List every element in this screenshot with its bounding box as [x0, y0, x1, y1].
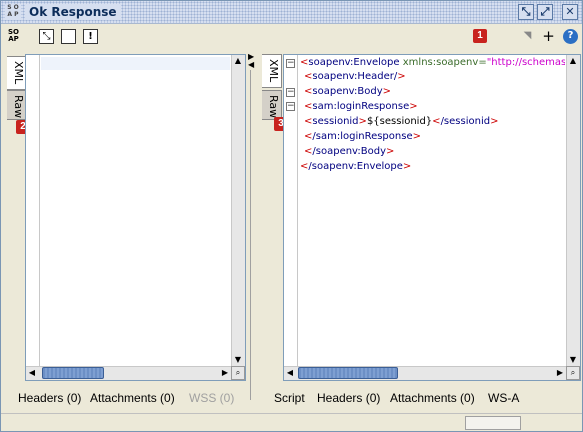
panel-splitter[interactable]: ▶ ◀ [246, 50, 257, 412]
tab-raw-right[interactable]: Raw [262, 90, 282, 120]
left-horizontal-scrollbar[interactable]: ◀ ▶ [26, 366, 231, 380]
soap-icon: S OA P [5, 4, 21, 20]
right-bottom-tabs: Script Headers (0) Attachments (0) WS-A [258, 391, 582, 411]
zoom-icon[interactable]: ⌕ [566, 366, 580, 380]
close-icon[interactable]: ✕ [562, 4, 578, 20]
scroll-down-icon[interactable]: ▼ [232, 354, 244, 366]
xml-tag: sam:loginResponse [312, 101, 410, 112]
plus-icon[interactable]: + [541, 29, 556, 44]
tab-wsa[interactable]: WS-A [488, 391, 519, 405]
badge-1: 1 [473, 29, 487, 43]
right-editor[interactable]: − − − <soapenv:Envelope xmlns:soapenv="h… [283, 54, 581, 381]
right-vertical-scrollbar[interactable]: ▲ ▼ [566, 55, 580, 366]
left-bottom-tabs: Headers (0) Attachments (0) WSS (0) [1, 391, 246, 411]
right-horizontal-scrollbar[interactable]: ◀ ▶ [284, 366, 566, 380]
xml-line: <sessionid>${sessionid}</sessionid> [304, 116, 499, 127]
scroll-right-icon[interactable]: ▶ [554, 367, 566, 379]
square-icon[interactable] [61, 29, 76, 44]
tab-headers-left[interactable]: Headers (0) [18, 391, 81, 405]
xml-tag: /sessionid [440, 116, 491, 127]
xml-line: <sam:loginResponse> [304, 101, 418, 112]
alert-icon[interactable]: ! [83, 29, 98, 44]
left-scroll-thumb[interactable] [42, 367, 104, 379]
tab-xml-left[interactable]: XML [7, 56, 27, 90]
xml-tag: /sam:loginResponse [312, 131, 413, 142]
tab-wss-left[interactable]: WSS (0) [189, 391, 234, 405]
title-bar: S OA P Ok Response ⤡ ⤢ ✕ [1, 1, 582, 24]
splitter-line [250, 70, 251, 400]
scroll-up-icon[interactable]: ▲ [567, 55, 579, 67]
xml-content: <soapenv:Envelope xmlns:soapenv="http://… [300, 56, 565, 376]
tab-xml-right[interactable]: XML [262, 54, 282, 88]
soap-format-icon[interactable]: SO AP [6, 29, 21, 44]
right-gutter: − − − [284, 55, 298, 380]
restore-icon[interactable]: ⤡ [518, 4, 534, 20]
left-panel: XML Raw 2 ▲ ▼ ◀ ▶ ⌕ [3, 50, 246, 381]
xml-tag: sessionid [312, 116, 359, 127]
scroll-down-icon[interactable]: ▼ [567, 354, 579, 366]
status-bar [1, 413, 582, 431]
toolbar: SO AP ⤡ ! 1 ◥ + ? [1, 24, 582, 50]
tab-attachments-left[interactable]: Attachments (0) [90, 391, 175, 405]
tab-xml-right-label: XML [267, 59, 280, 83]
xml-tag: /soapenv:Envelope [308, 161, 403, 172]
xml-tag: soapenv:Envelope [308, 57, 400, 68]
scroll-left-icon[interactable]: ◀ [26, 367, 38, 379]
format-icon[interactable]: ◥ [520, 29, 535, 44]
xml-line: </sam:loginResponse> [304, 131, 421, 142]
right-panel: XML Raw 3 − − − <soapenv:Envelope xmlns:… [258, 50, 582, 381]
xml-tag: /soapenv:Body [312, 146, 387, 157]
help-icon[interactable]: ? [563, 29, 578, 44]
right-scroll-thumb[interactable] [298, 367, 398, 379]
tab-headers-right[interactable]: Headers (0) [317, 391, 380, 405]
current-line-highlight [41, 57, 230, 70]
fold-icon[interactable]: − [286, 102, 295, 111]
tab-raw-left[interactable]: Raw [7, 90, 27, 120]
tab-raw-left-label: Raw [12, 95, 25, 119]
xml-line: <soapenv:Envelope xmlns:soapenv="http://… [300, 56, 565, 70]
xml-attr: xmlns:soapenv= [402, 57, 487, 68]
xml-tag: soapenv:Header/ [312, 71, 398, 82]
detach-icon[interactable]: ⤢ [537, 4, 553, 20]
left-vertical-scrollbar[interactable]: ▲ ▼ [231, 55, 245, 366]
left-editor[interactable]: ▲ ▼ ◀ ▶ ⌕ [25, 54, 246, 381]
xml-attr-value: "http://schemas.xn [486, 57, 565, 68]
window-title: Ok Response [25, 4, 121, 20]
xml-line: <soapenv:Header/> [304, 71, 406, 82]
collapse-arrows-icon[interactable]: ▶ ◀ [248, 53, 254, 69]
tab-attachments-right[interactable]: Attachments (0) [390, 391, 475, 405]
zoom-icon[interactable]: ⌕ [231, 366, 245, 380]
xml-line: <soapenv:Body> [304, 86, 392, 97]
left-gutter [26, 55, 40, 380]
scroll-up-icon[interactable]: ▲ [232, 55, 244, 67]
xml-text: ${sessionid} [366, 116, 433, 127]
scroll-right-icon[interactable]: ▶ [219, 367, 231, 379]
response-window: S OA P Ok Response ⤡ ⤢ ✕ SO AP ⤡ ! 1 ◥ + … [0, 0, 583, 432]
expand-icon[interactable]: ⤡ [39, 29, 54, 44]
fold-icon[interactable]: − [286, 88, 295, 97]
tab-xml-left-label: XML [12, 61, 25, 85]
status-field [465, 416, 521, 430]
xml-line: </soapenv:Body> [304, 146, 395, 157]
xml-line: </soapenv:Envelope> [300, 161, 412, 172]
scroll-left-icon[interactable]: ◀ [284, 367, 296, 379]
tab-script[interactable]: Script [274, 391, 305, 405]
fold-icon[interactable]: − [286, 59, 295, 68]
xml-tag: soapenv:Body [312, 86, 383, 97]
